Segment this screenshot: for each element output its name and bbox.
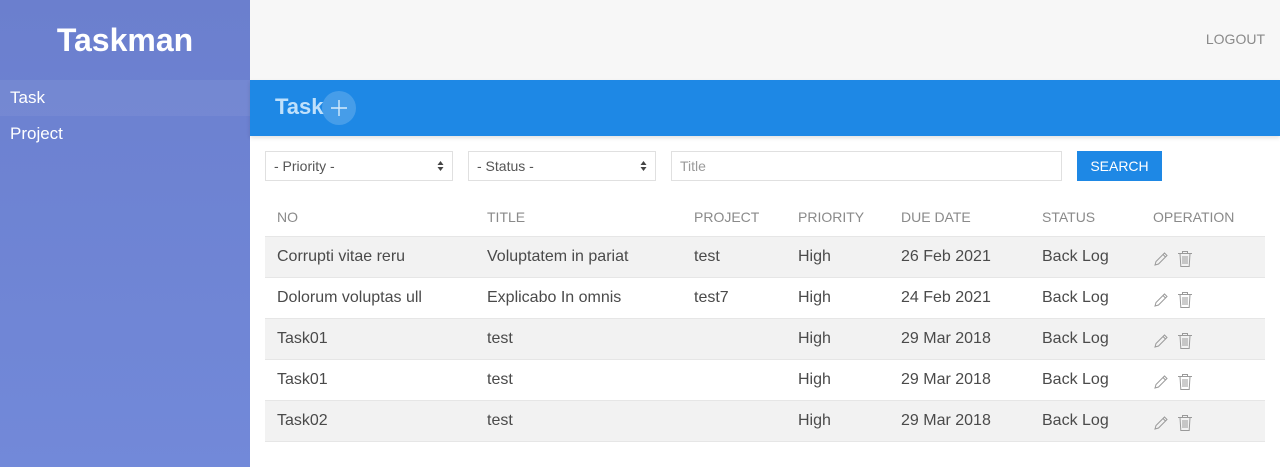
cell-priority: High bbox=[786, 318, 889, 360]
cell-operation bbox=[1141, 236, 1265, 278]
cell-status: Back Log bbox=[1030, 277, 1141, 319]
pencil-icon bbox=[1154, 374, 1168, 389]
table-row[interactable]: Dolorum voluptas ull Explicabo In omnis … bbox=[265, 277, 1265, 319]
col-header-title[interactable]: TITLE bbox=[475, 199, 682, 237]
page-header: Task bbox=[250, 80, 1280, 136]
cell-operation bbox=[1141, 400, 1265, 442]
col-header-priority[interactable]: PRIORITY bbox=[786, 199, 889, 237]
cell-project bbox=[682, 359, 786, 401]
cell-operation bbox=[1141, 277, 1265, 319]
delete-button[interactable] bbox=[1177, 332, 1193, 350]
sidebar-item-label: Task bbox=[10, 88, 45, 107]
edit-button[interactable] bbox=[1153, 333, 1169, 349]
sort-arrows-icon bbox=[437, 161, 444, 171]
pencil-icon bbox=[1154, 333, 1168, 348]
priority-select-value: - Priority - bbox=[274, 158, 335, 174]
cell-priority: High bbox=[786, 400, 889, 442]
title-search-input[interactable] bbox=[671, 151, 1062, 181]
delete-button[interactable] bbox=[1177, 250, 1193, 268]
pencil-icon bbox=[1154, 415, 1168, 430]
cell-title: test bbox=[475, 359, 682, 401]
table-row[interactable]: Task02 test High 29 Mar 2018 Back Log bbox=[265, 400, 1265, 442]
sidebar-item-project[interactable]: Project bbox=[0, 116, 250, 152]
cell-no: Task01 bbox=[265, 318, 475, 360]
col-header-operation: OPERATION bbox=[1141, 199, 1265, 237]
cell-title: test bbox=[475, 318, 682, 360]
cell-operation bbox=[1141, 318, 1265, 360]
cell-no: Task02 bbox=[265, 400, 475, 442]
cell-no: Corrupti vitae reru bbox=[265, 236, 475, 278]
cell-operation bbox=[1141, 359, 1265, 401]
edit-button[interactable] bbox=[1153, 415, 1169, 431]
trash-icon bbox=[1178, 414, 1192, 431]
cell-priority: High bbox=[786, 359, 889, 401]
pencil-icon bbox=[1154, 292, 1168, 307]
cell-no: Task01 bbox=[265, 359, 475, 401]
cell-priority: High bbox=[786, 236, 889, 278]
plus-icon bbox=[331, 100, 347, 116]
cell-project bbox=[682, 400, 786, 442]
col-header-no[interactable]: NO bbox=[265, 199, 475, 237]
delete-button[interactable] bbox=[1177, 291, 1193, 309]
status-select-value: - Status - bbox=[477, 158, 534, 174]
cell-project bbox=[682, 318, 786, 360]
edit-button[interactable] bbox=[1153, 251, 1169, 267]
task-table: NO TITLE PROJECT PRIORITY DUE DATE STATU… bbox=[265, 199, 1265, 442]
table-row[interactable]: Task01 test High 29 Mar 2018 Back Log bbox=[265, 359, 1265, 401]
cell-title: Voluptatem in pariat bbox=[475, 236, 682, 278]
trash-icon bbox=[1178, 332, 1192, 349]
top-bar: LOGOUT bbox=[250, 0, 1280, 80]
search-button[interactable]: SEARCH bbox=[1077, 151, 1162, 181]
edit-button[interactable] bbox=[1153, 292, 1169, 308]
cell-project: test7 bbox=[682, 277, 786, 319]
sort-arrows-icon bbox=[640, 161, 647, 171]
table-row[interactable]: Corrupti vitae reru Voluptatem in pariat… bbox=[265, 236, 1265, 278]
cell-status: Back Log bbox=[1030, 359, 1141, 401]
sidebar-item-label: Project bbox=[10, 124, 63, 143]
cell-due-date: 26 Feb 2021 bbox=[889, 236, 1030, 278]
priority-select[interactable]: - Priority - bbox=[265, 151, 453, 181]
cell-no: Dolorum voluptas ull bbox=[265, 277, 475, 319]
cell-due-date: 24 Feb 2021 bbox=[889, 277, 1030, 319]
cell-priority: High bbox=[786, 277, 889, 319]
cell-project: test bbox=[682, 236, 786, 278]
col-header-project[interactable]: PROJECT bbox=[682, 199, 786, 237]
cell-title: Explicabo In omnis bbox=[475, 277, 682, 319]
add-task-button[interactable] bbox=[322, 91, 356, 125]
delete-button[interactable] bbox=[1177, 373, 1193, 391]
sidebar-item-task[interactable]: Task bbox=[0, 80, 250, 116]
sidebar: Taskman Task Project bbox=[0, 0, 250, 467]
cell-status: Back Log bbox=[1030, 400, 1141, 442]
trash-icon bbox=[1178, 291, 1192, 308]
trash-icon bbox=[1178, 373, 1192, 390]
delete-button[interactable] bbox=[1177, 414, 1193, 432]
logout-link[interactable]: LOGOUT bbox=[1206, 31, 1265, 47]
pencil-icon bbox=[1154, 251, 1168, 266]
cell-due-date: 29 Mar 2018 bbox=[889, 400, 1030, 442]
table-header-row: NO TITLE PROJECT PRIORITY DUE DATE STATU… bbox=[265, 199, 1265, 237]
status-select[interactable]: - Status - bbox=[468, 151, 656, 181]
cell-due-date: 29 Mar 2018 bbox=[889, 359, 1030, 401]
page-title: Task bbox=[275, 94, 324, 119]
col-header-due-date[interactable]: DUE DATE bbox=[889, 199, 1030, 237]
edit-button[interactable] bbox=[1153, 374, 1169, 390]
col-header-status[interactable]: STATUS bbox=[1030, 199, 1141, 237]
cell-due-date: 29 Mar 2018 bbox=[889, 318, 1030, 360]
trash-icon bbox=[1178, 250, 1192, 267]
filter-bar: - Priority - - Status - SEARCH bbox=[265, 151, 1265, 181]
app-brand: Taskman bbox=[56, 21, 194, 58]
cell-title: test bbox=[475, 400, 682, 442]
cell-status: Back Log bbox=[1030, 318, 1141, 360]
table-row[interactable]: Task01 test High 29 Mar 2018 Back Log bbox=[265, 318, 1265, 360]
cell-status: Back Log bbox=[1030, 236, 1141, 278]
